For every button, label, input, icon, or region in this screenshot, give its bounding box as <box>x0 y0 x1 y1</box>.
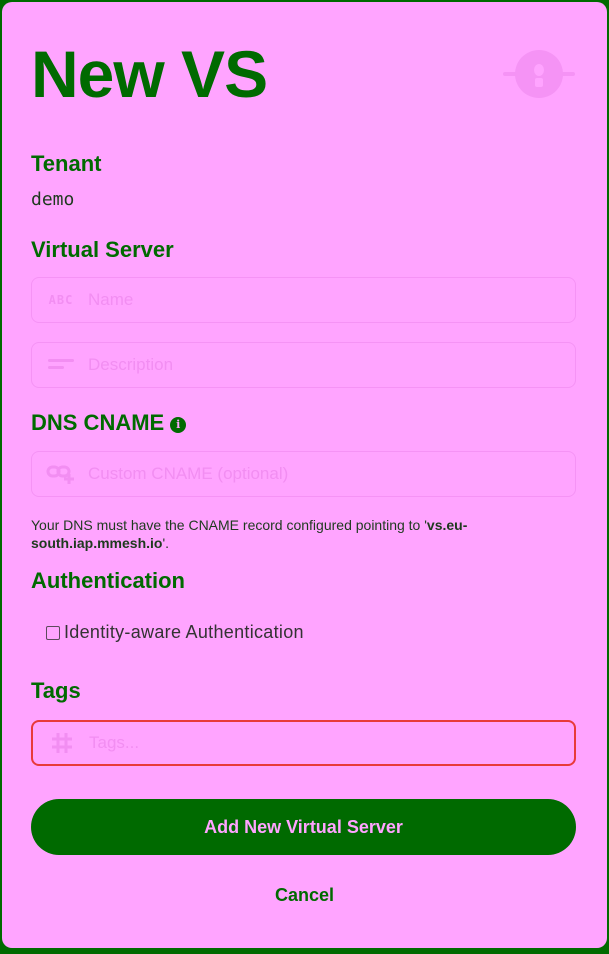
page-title: New VS <box>31 37 268 111</box>
cancel-button[interactable]: Cancel <box>202 880 407 910</box>
abc-icon: ABC <box>48 293 74 307</box>
description-field[interactable] <box>31 342 576 388</box>
identity-auth-checkbox[interactable] <box>46 625 60 640</box>
new-vs-dialog: New VS Tenant demo Virtual Server ABC DN… <box>2 2 607 948</box>
identity-auth-label[interactable]: Identity-aware Authentication <box>64 622 304 643</box>
tenant-label: Tenant <box>31 151 102 176</box>
dns-cname-heading: DNS CNAME i <box>31 409 187 437</box>
cname-field[interactable] <box>31 451 576 497</box>
add-virtual-server-button[interactable]: Add New Virtual Server <box>31 799 576 855</box>
tenant-value: demo <box>31 189 75 210</box>
tags-field[interactable] <box>31 720 576 766</box>
cname-input[interactable] <box>88 452 565 496</box>
link-plus-icon <box>46 462 76 486</box>
virtual-server-label: Virtual Server <box>31 237 174 262</box>
hash-icon <box>47 731 77 755</box>
description-lines-icon <box>46 353 76 377</box>
tags-label: Tags <box>31 678 81 703</box>
dns-hint-text: Your DNS must have the CNAME record conf… <box>31 517 468 551</box>
identity-auth-option[interactable]: Identity-aware Authentication <box>46 622 304 643</box>
authentication-label: Authentication <box>31 568 185 593</box>
description-input[interactable] <box>88 343 565 387</box>
dns-cname-label: DNS CNAME <box>31 410 165 435</box>
info-icon[interactable]: i <box>170 417 187 433</box>
name-input[interactable] <box>88 278 565 322</box>
mascot-icon <box>503 50 575 98</box>
name-field[interactable]: ABC <box>31 277 576 323</box>
tags-input[interactable] <box>89 722 564 764</box>
